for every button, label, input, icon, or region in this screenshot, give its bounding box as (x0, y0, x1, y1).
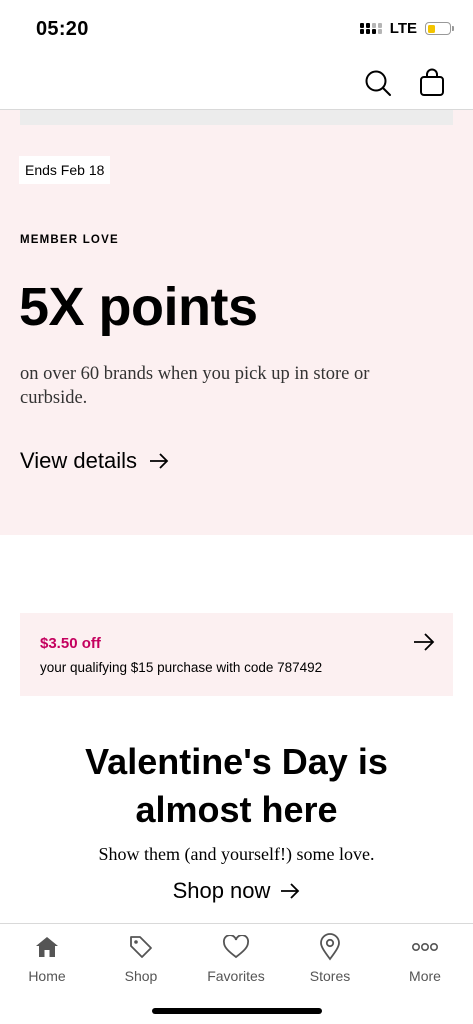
view-details-link[interactable]: View details (20, 448, 169, 474)
search-icon (365, 70, 391, 96)
heart-icon (223, 935, 249, 959)
tab-shop-label: Shop (124, 968, 158, 984)
tab-stores-label: Stores (309, 968, 351, 984)
promo-eyebrow: MEMBER LOVE (20, 234, 119, 246)
promo-end-badge: Ends Feb 18 (19, 156, 111, 184)
valentine-subtitle: Show them (and yourself!) some love. (98, 844, 375, 864)
battery-icon (425, 22, 454, 35)
tab-stores[interactable]: Stores (285, 932, 375, 984)
tag-icon (130, 936, 152, 958)
home-indicator (152, 1008, 322, 1014)
tab-favorites-label: Favorites (207, 968, 265, 984)
home-icon (36, 937, 58, 957)
network-type: LTE (389, 20, 417, 37)
tab-home[interactable]: Home (2, 932, 92, 984)
tab-home-label: Home (28, 968, 66, 984)
signal-strength-icon (359, 22, 382, 35)
valentine-title-line-2: almost here (135, 789, 338, 830)
coupon-description: your qualifying $15 purchase with code 7… (40, 660, 323, 675)
arrow-right-icon (281, 883, 300, 899)
image-placeholder-strip (20, 110, 453, 125)
coupon-offer-card[interactable]: $3.50 off your qualifying $15 purchase w… (20, 613, 453, 696)
status-indicators: LTE (359, 20, 454, 37)
tab-favorites[interactable]: Favorites (191, 932, 281, 984)
promo-headline: 5X points (19, 277, 258, 337)
status-time: 05:20 (36, 18, 89, 40)
tab-more[interactable]: More (380, 932, 470, 984)
promo-description: on over 60 brands when you pick up in st… (20, 364, 370, 408)
valentine-title: Valentine's Day is almost here (0, 738, 473, 834)
more-dots-icon (411, 942, 438, 952)
view-details-label: View details (20, 448, 137, 473)
shopping-bag-icon (420, 68, 444, 96)
member-promo-banner[interactable]: Ends Feb 18 MEMBER LOVE 5X points on ove… (0, 110, 473, 535)
shop-now-link[interactable]: Shop now (0, 878, 473, 904)
shop-now-label: Shop now (172, 878, 271, 903)
tab-shop[interactable]: Shop (96, 932, 186, 984)
top-nav-bar (0, 58, 473, 110)
coupon-amount: $3.50 off (40, 635, 101, 652)
tab-more-label: More (409, 968, 441, 984)
status-bar: 05:20 LTE (0, 0, 473, 58)
battery-level (427, 24, 435, 33)
arrow-right-icon (414, 633, 435, 651)
arrow-right-icon (150, 453, 169, 469)
search-button[interactable] (363, 68, 393, 98)
valentine-title-line-1: Valentine's Day is (85, 741, 388, 782)
shopping-bag-button[interactable] (418, 68, 446, 98)
location-pin-icon (320, 933, 340, 961)
